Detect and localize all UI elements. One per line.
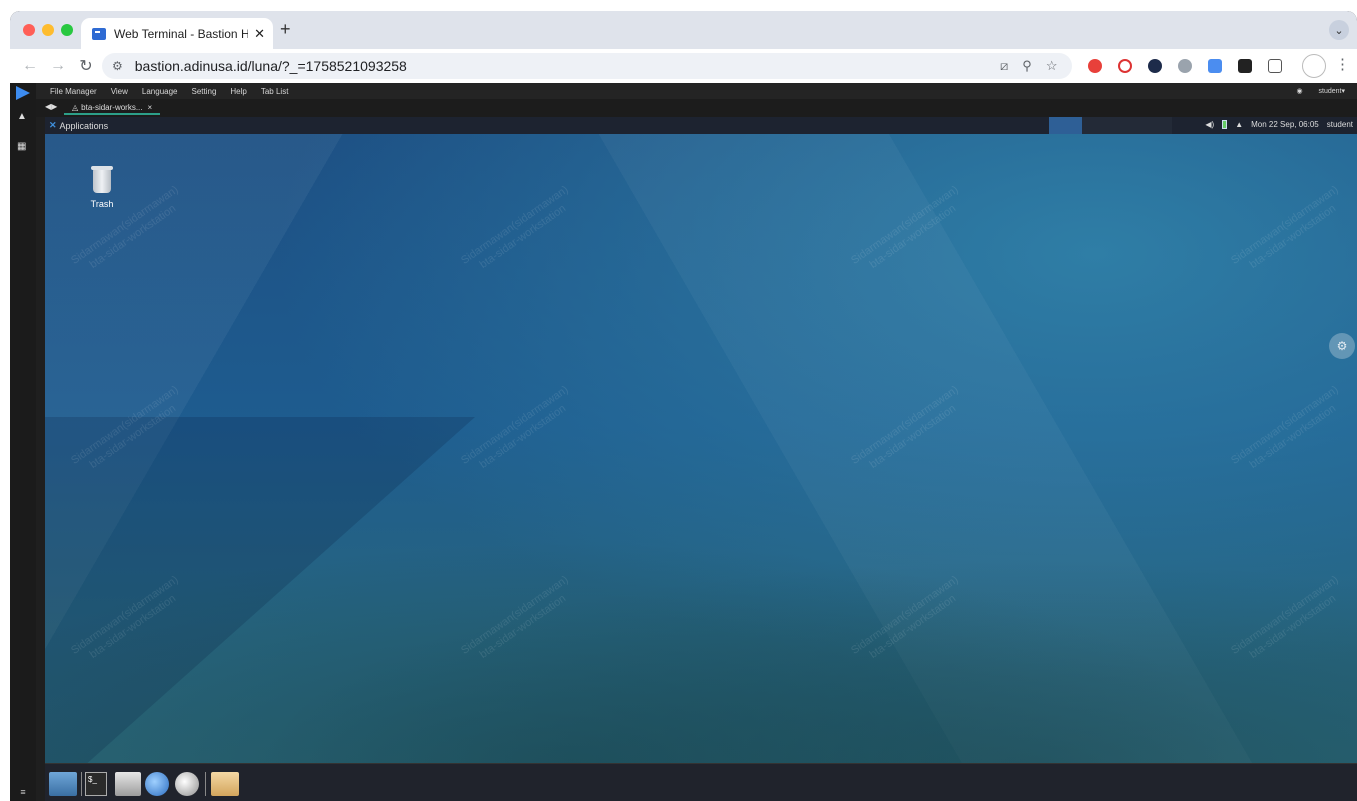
system-tray: ◀) ▲ Mon 22 Sep, 06:05 student xyxy=(1205,120,1353,129)
browser-window: Web Terminal - Bastion Host ✕ + ⌄ ← → ↻ … xyxy=(10,11,1357,801)
tab-close-icon[interactable]: ✕ xyxy=(254,26,265,42)
close-window-button[interactable] xyxy=(23,24,35,36)
grid-icon[interactable]: ▦ xyxy=(17,141,26,152)
home-folder-icon[interactable] xyxy=(115,772,141,796)
terminal-extension-icon[interactable] xyxy=(1238,59,1252,73)
watermark: Sidarmawan(sidarmawan) bta-sidar-workstat… xyxy=(459,183,571,271)
site-settings-icon[interactable]: ⚙ xyxy=(112,59,123,73)
zoom-window-button[interactable] xyxy=(61,24,73,36)
menu-view[interactable]: View xyxy=(111,87,128,96)
dock-separator xyxy=(205,772,206,796)
chevron-down-icon[interactable]: ⌄ xyxy=(1329,20,1349,40)
shield-extension-icon[interactable] xyxy=(1148,59,1162,73)
minimize-window-button[interactable] xyxy=(42,24,54,36)
watermark: Sidarmawan(sidarmawan) bta-sidar-workstat… xyxy=(459,383,571,471)
session-tab-close-icon[interactable]: × xyxy=(148,103,153,112)
url-text: bastion.adinusa.id/luna/?_=1758521093258 xyxy=(134,58,407,74)
app-finder-icon[interactable] xyxy=(175,772,199,796)
trash-desktop-icon[interactable]: Trash xyxy=(79,166,125,209)
zoom-icon[interactable]: ⚲ xyxy=(1022,58,1032,74)
watermark: Sidarmawan(sidarmawan) bta-sidar-workstat… xyxy=(849,383,961,471)
watermark: Sidarmawan(sidarmawan) bta-sidar-workstat… xyxy=(1229,183,1341,271)
watermark: Sidarmawan(sidarmawan) bta-sidar-workstat… xyxy=(1229,383,1341,471)
luna-logo-icon xyxy=(16,86,30,100)
browser-tab[interactable]: Web Terminal - Bastion Host ✕ xyxy=(81,18,273,49)
user-name: student xyxy=(1318,88,1342,95)
adblock-extension-icon[interactable] xyxy=(1088,59,1102,73)
panel-user[interactable]: student xyxy=(1327,120,1353,129)
web-browser-icon[interactable] xyxy=(145,772,169,796)
applications-menu[interactable]: ✕ Applications xyxy=(49,120,108,131)
tab-title: Web Terminal - Bastion Host xyxy=(114,26,249,41)
terminal-favicon-icon xyxy=(92,27,106,40)
window-controls xyxy=(23,24,73,36)
remote-desktop[interactable]: Sidarmawan(sidarmawan) bta-sidar-workstat… xyxy=(45,117,1357,801)
luna-sidebar: ▲ ▦ ≡ xyxy=(10,83,36,801)
battery-icon[interactable] xyxy=(1222,120,1228,129)
trash-label: Trash xyxy=(90,199,114,209)
extensions-bar xyxy=(1088,53,1282,79)
forward-icon[interactable]: → xyxy=(44,57,72,75)
bookmark-star-icon[interactable]: ☆ xyxy=(1046,58,1058,74)
menu-help[interactable]: Help xyxy=(230,87,246,96)
no-tracking-icon[interactable]: ⧄ xyxy=(1000,58,1008,74)
reload-icon[interactable]: ↻ xyxy=(72,56,100,76)
menu-language[interactable]: Language xyxy=(142,87,178,96)
clock[interactable]: Mon 22 Sep, 06:05 xyxy=(1251,120,1319,129)
block-extension-icon[interactable] xyxy=(1118,59,1132,73)
puzzle-extension-icon[interactable] xyxy=(1268,59,1282,73)
menu-toggle-icon[interactable]: ≡ xyxy=(10,787,36,801)
workspace-switcher[interactable] xyxy=(1082,117,1172,134)
menu-file-manager[interactable]: File Manager xyxy=(50,87,97,96)
watermark: Sidarmawan(sidarmawan) bta-sidar-workstat… xyxy=(849,183,961,271)
tab-scroll-arrows-icon[interactable]: ◀▶ xyxy=(45,102,57,111)
user-menu[interactable]: ◉ student▾ xyxy=(1296,87,1345,95)
menu-setting[interactable]: Setting xyxy=(191,87,216,96)
workspace-1[interactable] xyxy=(1049,117,1082,134)
linux-icon: ◬ xyxy=(72,102,79,112)
address-bar[interactable]: ⚙ bastion.adinusa.id/luna/?_=17585210932… xyxy=(102,53,1072,79)
lock-icon[interactable]: ▲ xyxy=(17,111,27,122)
back-icon[interactable]: ← xyxy=(16,57,44,75)
dock-separator xyxy=(81,772,82,796)
terminal-icon[interactable]: $_ xyxy=(85,772,107,796)
notification-bell-icon[interactable]: ▲ xyxy=(1235,120,1243,129)
session-tab-label: bta-sidar-works... xyxy=(81,102,143,112)
omnibox-actions: ⧄ ⚲ ☆ xyxy=(1000,53,1057,79)
wallpaper-forest xyxy=(45,503,1357,763)
tab-strip: Web Terminal - Bastion Host ✕ + ⌄ xyxy=(10,11,1357,49)
new-tab-button[interactable]: + xyxy=(280,19,291,40)
file-manager-icon[interactable] xyxy=(211,772,239,796)
xfce-logo-icon: ✕ xyxy=(49,120,57,130)
translate-extension-icon[interactable] xyxy=(1208,59,1222,73)
xfce-dock: $_ xyxy=(45,763,1357,801)
menu-tab-list[interactable]: Tab List xyxy=(261,87,289,96)
recycle-extension-icon[interactable] xyxy=(1178,59,1192,73)
session-tab[interactable]: ◬ bta-sidar-works... × xyxy=(64,101,160,115)
kebab-menu-icon[interactable]: ⋮ xyxy=(1335,55,1350,73)
xfce-top-panel: ✕ Applications ◀) ▲ Mon 22 Sep, 06:05 stu… xyxy=(45,117,1357,134)
trash-icon xyxy=(91,166,113,193)
profile-avatar[interactable] xyxy=(1302,54,1326,78)
gear-icon[interactable]: ⚙ xyxy=(1329,333,1355,359)
volume-icon[interactable]: ◀) xyxy=(1205,120,1214,129)
luna-session-tabs: ◀▶ ◬ bta-sidar-works... × xyxy=(36,99,1357,117)
applications-label: Applications xyxy=(59,120,109,131)
luna-menubar: File Manager View Language Setting Help … xyxy=(36,83,1357,99)
show-desktop-icon[interactable] xyxy=(49,772,77,796)
